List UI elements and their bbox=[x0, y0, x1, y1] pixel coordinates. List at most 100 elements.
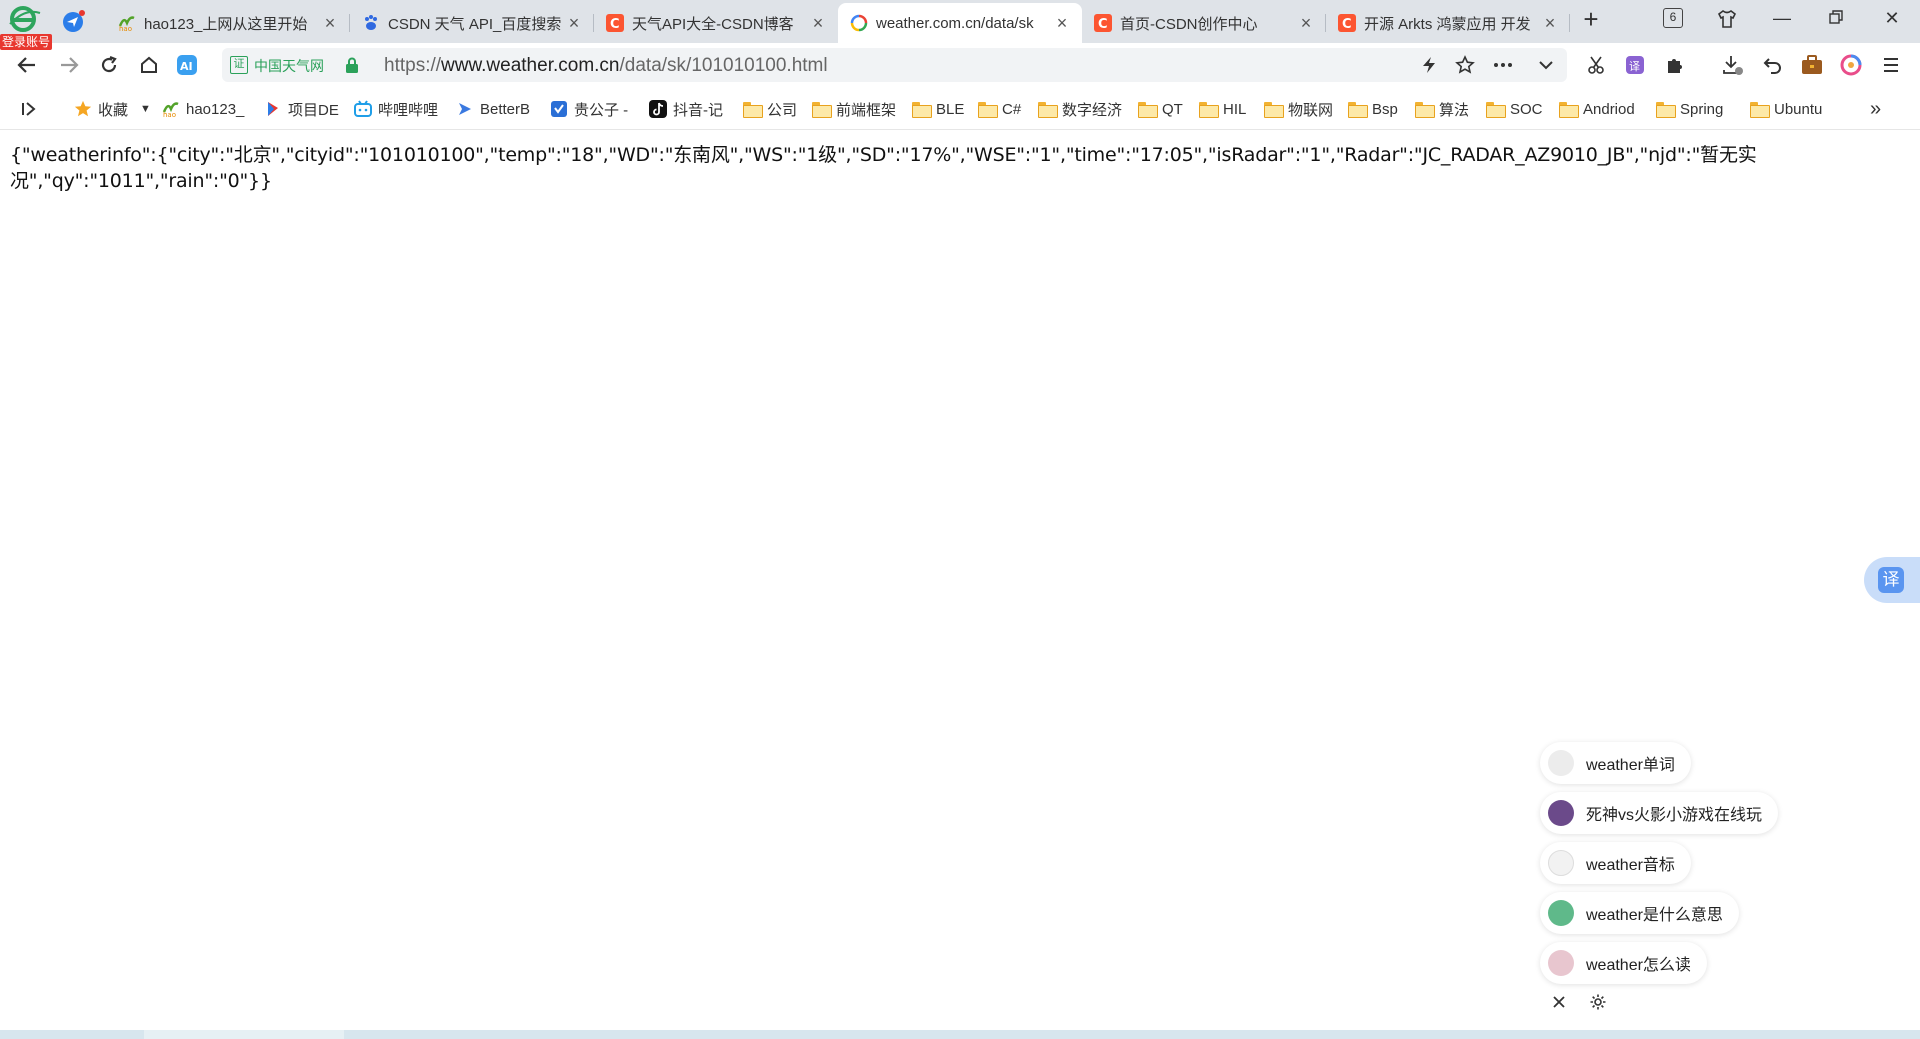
chevron-down-icon[interactable] bbox=[1535, 54, 1557, 76]
tab-weather-active[interactable]: weather.com.cn/data/sk × bbox=[838, 3, 1082, 43]
bookmark-star-icon[interactable] bbox=[1454, 54, 1476, 76]
bookmark-folder-digital-economy[interactable]: 数字经济 bbox=[1038, 98, 1122, 120]
bookmark-favorites[interactable]: 收藏 ▼ bbox=[74, 98, 151, 120]
suggestion-chip[interactable]: weather是什么意思 bbox=[1540, 892, 1739, 934]
suggestion-chip[interactable]: weather单词 bbox=[1540, 742, 1691, 784]
suggestion-chip[interactable]: weather音标 bbox=[1540, 842, 1691, 884]
csdn-icon: C bbox=[606, 14, 624, 32]
new-tab-plus-icon[interactable]: + bbox=[1577, 6, 1605, 34]
bookmark-folder-bsp[interactable]: Bsp bbox=[1348, 98, 1398, 120]
bookmarks-overflow-icon[interactable]: » bbox=[1870, 98, 1881, 120]
tab-close-icon[interactable]: × bbox=[1054, 13, 1070, 34]
bookmark-folder-company[interactable]: 公司 bbox=[743, 98, 797, 120]
folder-icon bbox=[1138, 100, 1158, 118]
bookmark-folder-csharp[interactable]: C# bbox=[978, 98, 1021, 120]
translate-tool-icon[interactable]: 译 bbox=[1622, 52, 1648, 78]
suggestion-avatar bbox=[1548, 850, 1574, 876]
close-suggestions-icon[interactable] bbox=[1546, 989, 1572, 1015]
tab-title: CSDN 天气 API_百度搜索 bbox=[388, 15, 562, 33]
more-dots-icon[interactable] bbox=[1492, 54, 1514, 76]
folder-icon bbox=[1264, 100, 1284, 118]
tab-csdn-blog[interactable]: C 天气API大全-CSDN博客 × bbox=[594, 3, 838, 43]
reload-icon[interactable] bbox=[96, 52, 122, 78]
translate-float-button[interactable]: 译 bbox=[1864, 557, 1920, 603]
bookmark-folder-algorithm[interactable]: 算法 bbox=[1415, 98, 1469, 120]
tab-close-icon[interactable]: × bbox=[566, 13, 582, 34]
scissors-icon[interactable] bbox=[1583, 52, 1609, 78]
taskbar-strip bbox=[0, 1030, 1920, 1039]
folder-icon bbox=[1486, 100, 1506, 118]
forward-arrow-icon[interactable] bbox=[56, 52, 82, 78]
navigation-bar: AI 证 中国天气网 https://www.weather.com.cn/da… bbox=[0, 43, 1920, 87]
url-text[interactable]: https://www.weather.com.cn/data/sk/10101… bbox=[384, 55, 828, 77]
bookmarks-bar: 收藏 ▼ hao hao123_ 项目DE 哔哩哔哩 BetterB 贵公子 -… bbox=[0, 87, 1920, 130]
suggestion-chip[interactable]: 死神vs火影小游戏在线玩 bbox=[1540, 792, 1779, 834]
folder-icon bbox=[743, 100, 763, 118]
folder-icon bbox=[1348, 100, 1368, 118]
bookmark-folder-soc[interactable]: SOC bbox=[1486, 98, 1543, 120]
bookmark-folder-andriod[interactable]: Andriod bbox=[1559, 98, 1635, 120]
tab-close-icon[interactable]: × bbox=[810, 13, 826, 34]
undo-icon[interactable] bbox=[1760, 52, 1786, 78]
ai-assistant-icon[interactable]: AI bbox=[174, 52, 200, 78]
login-badge[interactable]: 登录账号 bbox=[0, 34, 53, 50]
tab-csdn-creator[interactable]: C 首页-CSDN创作中心 × bbox=[1082, 3, 1326, 43]
settings-gear-icon[interactable] bbox=[1585, 989, 1611, 1015]
bookmark-douyin[interactable]: 抖音-记 bbox=[649, 98, 723, 120]
app-icon bbox=[264, 100, 282, 118]
tab-count-badge[interactable]: 6 bbox=[1663, 8, 1683, 28]
tab-arkts[interactable]: C 开源 Arkts 鸿蒙应用 开发 × bbox=[1326, 3, 1570, 43]
bookmark-bilibili[interactable]: 哔哩哔哩 bbox=[354, 98, 438, 120]
suggestion-avatar bbox=[1548, 750, 1574, 776]
folder-icon bbox=[1750, 100, 1770, 118]
briefcase-icon[interactable] bbox=[1799, 52, 1825, 78]
address-bar[interactable]: 证 中国天气网 https://www.weather.com.cn/data/… bbox=[222, 48, 1567, 82]
bookmark-folder-spring[interactable]: Spring bbox=[1656, 98, 1723, 120]
certificate-icon[interactable]: 证 bbox=[230, 56, 248, 74]
bookmark-hao123[interactable]: hao hao123_ bbox=[162, 98, 244, 120]
folder-icon bbox=[1038, 100, 1058, 118]
download-icon[interactable] bbox=[1720, 52, 1746, 78]
bookmark-folder-hil[interactable]: HIL bbox=[1199, 98, 1246, 120]
colorful-app-icon[interactable] bbox=[1838, 52, 1864, 78]
tab-list: hao hao123_上网从这里开始 × CSDN 天气 API_百度搜索 × … bbox=[106, 3, 1570, 43]
folder-icon bbox=[912, 100, 932, 118]
tab-title: weather.com.cn/data/sk bbox=[876, 14, 1034, 32]
bookmark-folder-frontend[interactable]: 前端框架 bbox=[812, 98, 896, 120]
lock-icon[interactable] bbox=[345, 57, 359, 73]
tab-baidu-search[interactable]: CSDN 天气 API_百度搜索 × bbox=[350, 3, 594, 43]
star-icon bbox=[74, 100, 92, 118]
svg-text:AI: AI bbox=[180, 60, 193, 73]
tab-close-icon[interactable]: × bbox=[1298, 13, 1314, 34]
suggestion-chip[interactable]: weather怎么读 bbox=[1540, 942, 1707, 984]
dropdown-arrow-icon[interactable]: ▼ bbox=[140, 103, 151, 115]
folder-icon bbox=[1199, 100, 1219, 118]
restore-window-icon[interactable] bbox=[1824, 6, 1848, 30]
bookmark-folder-iot[interactable]: 物联网 bbox=[1264, 98, 1333, 120]
hao123-icon: hao bbox=[162, 100, 180, 118]
bookmark-betterb[interactable]: BetterB bbox=[456, 98, 530, 120]
tab-close-icon[interactable]: × bbox=[322, 13, 338, 34]
browser-logo-icon[interactable] bbox=[8, 4, 42, 34]
hao123-icon: hao bbox=[118, 14, 136, 32]
bookmark-folder-ubuntu[interactable]: Ubuntu bbox=[1750, 98, 1822, 120]
lightning-icon[interactable] bbox=[1418, 54, 1440, 76]
bookmark-folder-qt[interactable]: QT bbox=[1138, 98, 1183, 120]
svg-text:C: C bbox=[1098, 17, 1108, 32]
extensions-puzzle-icon[interactable] bbox=[1662, 52, 1688, 78]
csdn-icon: C bbox=[1338, 14, 1356, 32]
bookmark-guigongzi[interactable]: 贵公子 - bbox=[550, 98, 628, 120]
sidebar-toggle-icon[interactable] bbox=[20, 98, 38, 120]
back-arrow-icon[interactable] bbox=[14, 52, 40, 78]
skin-shirt-icon[interactable] bbox=[1716, 8, 1738, 30]
tab-close-icon[interactable]: × bbox=[1542, 13, 1558, 34]
tab-hao123[interactable]: hao hao123_上网从这里开始 × bbox=[106, 3, 350, 43]
close-window-icon[interactable]: ✕ bbox=[1880, 6, 1904, 30]
menu-hamburger-icon[interactable] bbox=[1878, 52, 1904, 78]
paper-plane-icon[interactable] bbox=[62, 9, 86, 33]
minimize-icon[interactable]: — bbox=[1770, 6, 1794, 30]
bookmark-folder-ble[interactable]: BLE bbox=[912, 98, 964, 120]
verified-site-name[interactable]: 中国天气网 bbox=[254, 56, 324, 76]
bookmark-project[interactable]: 项目DE bbox=[264, 98, 339, 120]
home-icon[interactable] bbox=[136, 52, 162, 78]
